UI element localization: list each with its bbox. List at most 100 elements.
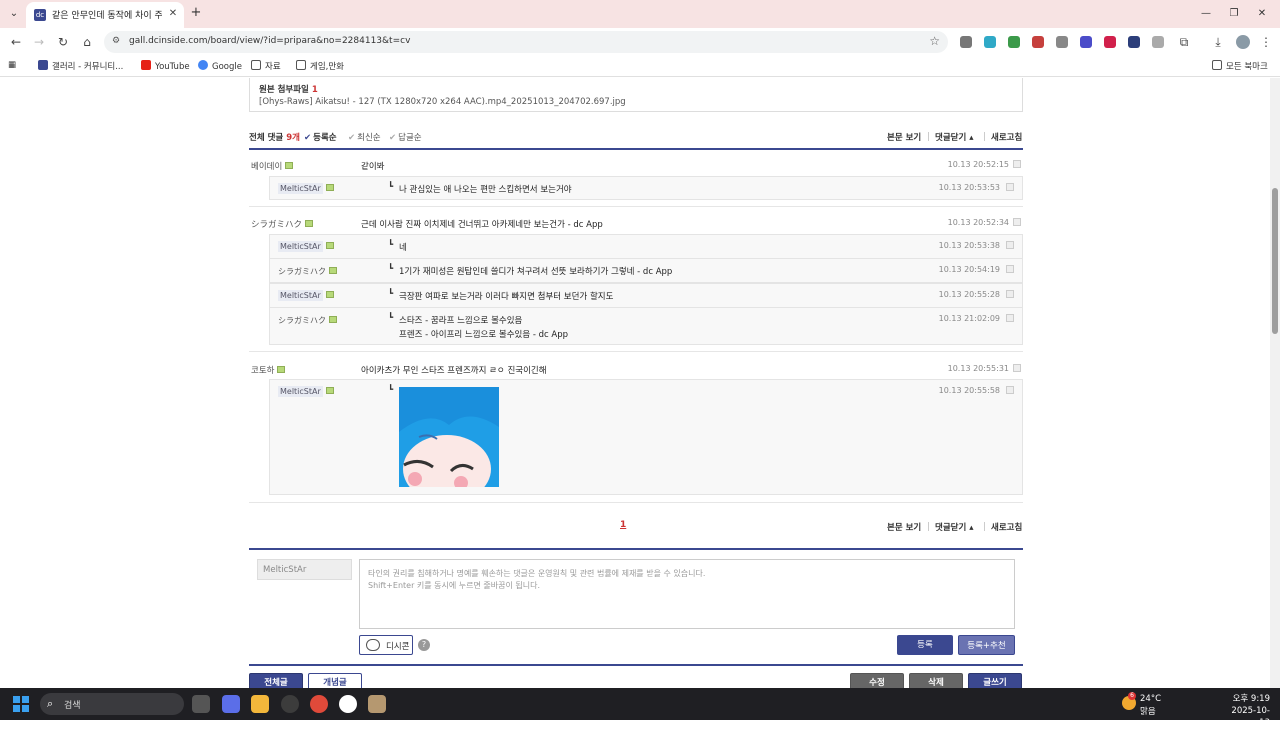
comment-nick[interactable]: 코토하 [251,364,286,376]
folder-icon [251,60,261,70]
minimize-icon[interactable]: — [1196,6,1216,22]
new-tab-icon[interactable]: + [189,6,203,20]
delete-icon[interactable] [1013,364,1021,372]
reload-icon[interactable]: ↻ [55,34,71,50]
home-icon[interactable]: ⌂ [79,34,95,50]
bookmark-all[interactable]: 모든 북마크 [1212,60,1268,72]
forward-icon[interactable]: → [31,34,47,50]
write-post-button[interactable]: 글쓰기 [968,673,1022,688]
extension-icon[interactable] [960,36,972,48]
view-post-button[interactable]: 본문 보기 [887,521,921,533]
reply-nick[interactable]: シラガミハク [278,266,337,277]
delete-button[interactable]: 삭제 [909,673,963,688]
menu-kebab-icon[interactable]: ⋮ [1258,34,1274,50]
clock[interactable]: 오후 9:19 2025-10-13 [1226,693,1270,729]
app-icon[interactable] [368,695,386,713]
bookmark-gallery[interactable]: 갤러리 - 커뮤니티... [38,60,123,72]
help-icon[interactable]: ? [418,639,430,651]
url-text: gall.dcinside.com/board/view/?id=pripara… [129,36,411,46]
chat-app-icon[interactable] [339,695,357,713]
bookmark-youtube[interactable]: YouTube [141,60,190,72]
delete-icon[interactable] [1006,241,1014,249]
delete-icon[interactable] [1006,265,1014,273]
reply-nick[interactable]: MelticStAr [278,183,334,194]
extension-icon[interactable] [1032,36,1044,48]
view-post-button[interactable]: 본문 보기 [887,131,921,143]
delete-icon[interactable] [1013,218,1021,226]
profile-avatar[interactable] [1236,35,1250,49]
refresh-button[interactable]: 새로고침 [991,131,1022,143]
chrome-icon[interactable] [310,695,328,713]
file-explorer-icon[interactable] [251,695,269,713]
edit-button[interactable]: 수정 [850,673,904,688]
submit-button[interactable]: 등록 [897,635,953,655]
download-icon[interactable]: ⤓ [1210,34,1226,50]
concept-posts-button[interactable]: 개념글 [308,673,362,688]
extension-icon[interactable] [984,36,996,48]
reply-nick[interactable]: MelticStAr [278,241,334,252]
comment-nick[interactable]: 베이데이 [251,160,294,172]
attachment-file-link[interactable]: [Ohys-Raws] Aikatsu! - 127 (TX 1280x720 … [259,97,626,107]
submit-recommend-button[interactable]: 등록+추천 [958,635,1015,655]
extensions-puzzle-icon[interactable]: ⧉ [1176,34,1192,50]
comment-row: シラガミハク 근데 이사람 진짜 이치제네 건너뛰고 아카제네만 보는건가 - … [249,212,1023,234]
reply-row: MelticStAr ┗ 10.13 20:55:58 [269,379,1023,495]
reply-row: MelticStAr ┗ 네 10.13 20:53:38 [269,234,1023,259]
reply-text: 네 [399,243,407,253]
delete-icon[interactable] [1006,183,1014,191]
close-window-icon[interactable]: ✕ [1252,6,1272,22]
sort-replies[interactable]: ✔ 답글순 [389,131,422,143]
clock-time: 오후 9:19 [1232,694,1270,704]
reply-nick[interactable]: シラガミハク [278,315,337,326]
taskbar-search[interactable]: ⌕ 검색 [40,693,184,715]
dccon-button[interactable]: 디시콘 [359,635,413,655]
extension-icon[interactable] [1152,36,1164,48]
restore-icon[interactable]: ❐ [1224,6,1244,22]
bookmark-folder-data[interactable]: 자료 [251,60,281,72]
delete-icon[interactable] [1013,160,1021,168]
windows-start-icon[interactable] [13,696,29,712]
back-icon[interactable]: ← [8,34,24,50]
reply-nick[interactable]: MelticStAr [278,386,334,397]
tab-search-chevron-icon[interactable]: ⌄ [6,6,22,22]
dccon-sticker-image[interactable] [399,387,499,487]
close-tab-icon[interactable]: ✕ [166,7,180,21]
address-bar[interactable]: ⚙ gall.dcinside.com/board/view/?id=pripa… [104,31,948,53]
refresh-button[interactable]: 새로고침 [991,521,1022,533]
fixed-nick-icon [277,366,286,373]
delete-icon[interactable] [1006,386,1014,394]
comment-nick[interactable]: シラガミハク [251,218,314,230]
copilot-icon[interactable] [222,695,240,713]
bookmark-label: Google [212,62,242,72]
extension-icon[interactable] [1080,36,1092,48]
bookmark-google[interactable]: Google [198,60,242,72]
scrollbar-thumb[interactable] [1272,188,1278,334]
close-comments-button[interactable]: 댓글닫기 ▴ [935,521,974,533]
extension-icon[interactable] [1128,36,1140,48]
site-info-icon[interactable]: ⚙ [112,36,120,46]
reply-row: シラガミハク ┗ 1기가 재미성은 원탑인데 쓸디가 쳐구려서 선뜻 보라하기가… [269,258,1023,283]
all-posts-button[interactable]: 전체글 [249,673,303,688]
sort-latest[interactable]: ✔ 최신순 [348,131,381,143]
extension-icon[interactable] [1056,36,1068,48]
search-icon: ⌕ [47,697,54,710]
extension-icon[interactable] [1008,36,1020,48]
bookmark-star-icon[interactable]: ☆ [929,34,940,48]
app-icon[interactable] [281,695,299,713]
bookmark-folder-games[interactable]: 게임,만화 [296,60,344,72]
close-comments-button[interactable]: 댓글닫기 ▴ [935,131,974,143]
delete-icon[interactable] [1006,290,1014,298]
apps-grid-icon[interactable]: ▦ [8,60,16,70]
reply-nick[interactable]: MelticStAr [278,290,334,301]
bookmark-label: 게임,만화 [310,62,344,72]
delete-icon[interactable] [1006,314,1014,322]
notification-badge: 6 [1128,692,1136,700]
reply-arrow-icon: ┗ [388,264,394,274]
page-scrollbar[interactable] [1270,78,1280,688]
task-view-icon[interactable] [192,695,210,713]
sort-registered[interactable]: ✔ 등록순 [304,131,337,143]
reply-arrow-icon: ┗ [388,182,394,192]
extension-icon[interactable] [1104,36,1116,48]
comment-textarea[interactable]: 타인의 권리를 침해하거나 명예를 훼손하는 댓글은 운영원칙 및 관련 법률에… [359,559,1015,629]
browser-tab[interactable]: dc 같은 안무인데 동작에 차이 주… ✕ [26,2,184,28]
